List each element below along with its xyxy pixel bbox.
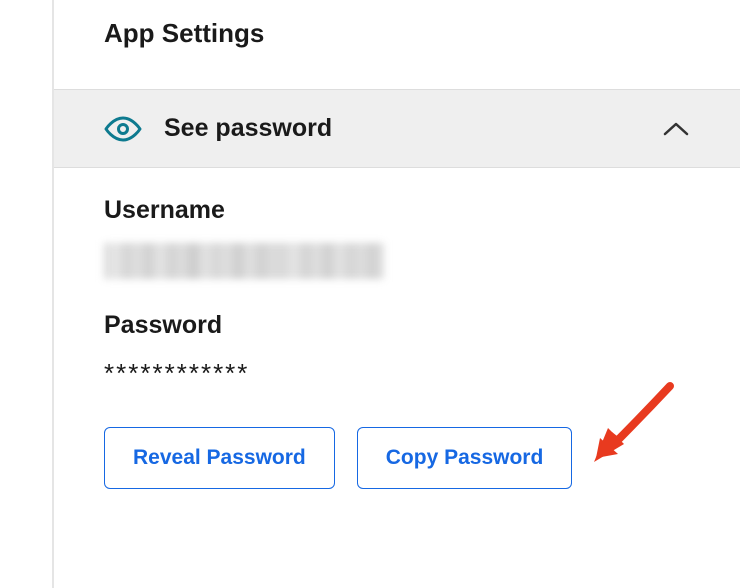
accordion-title: See password <box>164 114 332 143</box>
see-password-accordion-header[interactable]: See password <box>54 89 740 168</box>
accordion-left: See password <box>104 114 332 143</box>
sidebar-divider <box>52 0 54 588</box>
chevron-up-icon <box>662 121 690 137</box>
main-content: App Settings See password Username Passw… <box>54 0 740 517</box>
accordion-panel: Username Password ************ Reveal Pa… <box>54 168 740 517</box>
username-label: Username <box>104 196 690 225</box>
username-value-blurred <box>104 243 384 279</box>
reveal-password-button[interactable]: Reveal Password <box>104 427 335 489</box>
settings-header: App Settings <box>54 0 740 89</box>
eye-icon <box>104 117 142 141</box>
copy-password-button[interactable]: Copy Password <box>357 427 573 489</box>
page-title: App Settings <box>104 18 690 49</box>
button-row: Reveal Password Copy Password <box>104 427 690 489</box>
password-value-masked: ************ <box>104 358 690 389</box>
password-label: Password <box>104 311 690 340</box>
